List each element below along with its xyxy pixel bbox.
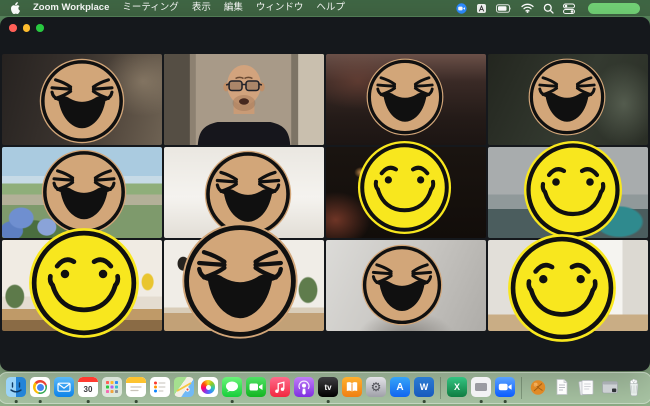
running-indicator-dot <box>504 400 507 403</box>
dock-docstack-icon[interactable] <box>552 377 572 399</box>
menubar-app-name[interactable]: Zoom Workplace <box>33 0 109 16</box>
participant-tile-10[interactable] <box>164 240 324 331</box>
dock-downloads-icon[interactable] <box>528 377 548 399</box>
dock-music-icon[interactable] <box>270 377 290 399</box>
dock-appstore-icon[interactable]: A <box>390 377 410 399</box>
dock-launchpad-icon[interactable] <box>102 377 122 399</box>
spotlight-search-icon[interactable] <box>543 3 554 14</box>
participant-tile-11[interactable] <box>326 240 486 331</box>
wifi-icon[interactable] <box>521 3 534 13</box>
dock-divider <box>440 377 441 399</box>
running-indicator-dot <box>327 400 330 403</box>
dock-finder-icon[interactable] <box>6 377 26 399</box>
menubar-menus: ミーティング表示編集ウィンドウヘルプ <box>122 0 345 16</box>
participant-tile-9[interactable] <box>2 240 162 331</box>
running-indicator-dot <box>423 400 426 403</box>
video-grid <box>2 54 648 331</box>
running-indicator-dot <box>135 400 138 403</box>
participant-tile-3[interactable] <box>326 54 486 145</box>
dock-calendar-icon[interactable]: 30 <box>78 377 98 399</box>
dock-divider <box>521 377 522 399</box>
dock-podcasts-icon[interactable] <box>294 377 314 399</box>
participant-tile-6[interactable] <box>164 147 324 238</box>
menu-item-5[interactable]: ヘルプ <box>316 0 345 16</box>
running-indicator-dot <box>39 400 42 403</box>
menu-bar: Zoom Workplace ミーティング表示編集ウィンドウヘルプ <box>0 0 650 16</box>
running-indicator-dot <box>480 400 483 403</box>
window-controls <box>9 24 44 32</box>
close-window-button[interactable] <box>9 24 17 32</box>
minimize-window-button[interactable] <box>23 24 31 32</box>
battery-icon[interactable] <box>496 4 512 13</box>
dock-notes-icon[interactable] <box>126 377 146 399</box>
participant-tile-8[interactable] <box>488 147 648 238</box>
fullscreen-window-button[interactable] <box>36 24 44 32</box>
participant-tile-2[interactable] <box>164 54 324 145</box>
dock-minwindow-icon[interactable] <box>600 377 620 399</box>
menu-item-4[interactable]: ウィンドウ <box>256 0 304 16</box>
dock-facetime-icon[interactable] <box>246 377 266 399</box>
dock-trash-icon[interactable] <box>624 377 644 399</box>
menu-item-3[interactable]: 編集 <box>224 0 243 16</box>
participant-tile-4[interactable] <box>488 54 648 145</box>
participant-tile-7[interactable] <box>326 147 486 238</box>
dock-books-icon[interactable] <box>342 377 362 399</box>
zoom-meeting-window <box>0 17 650 371</box>
dock-maps-icon[interactable] <box>174 377 194 399</box>
participant-tile-12[interactable] <box>488 240 648 331</box>
participant-tile-5[interactable] <box>2 147 162 238</box>
participant-video-person <box>164 54 324 145</box>
dock-zoom-icon[interactable] <box>495 377 515 399</box>
menubar-status-area <box>456 3 575 14</box>
apple-menu-icon[interactable] <box>10 2 20 14</box>
participant-tile-1[interactable] <box>2 54 162 145</box>
running-indicator-dot <box>87 400 90 403</box>
dock-whiteapp-icon[interactable] <box>471 377 491 399</box>
dock-chrome-icon[interactable] <box>30 377 50 399</box>
dock-tv-icon[interactable]: tv <box>318 377 338 399</box>
dock-excel-icon[interactable]: X <box>447 377 467 399</box>
zoom-video-status-icon[interactable] <box>456 3 467 14</box>
dock: 30 tv ⚙AWX <box>0 372 650 404</box>
dock-mail-icon[interactable] <box>54 377 74 399</box>
running-indicator-dot <box>15 400 18 403</box>
control-center-icon[interactable] <box>563 3 575 14</box>
dock-photos-icon[interactable] <box>198 377 218 399</box>
menubar-time-pill[interactable] <box>588 3 640 14</box>
menu-item-2[interactable]: 表示 <box>192 0 211 16</box>
dock-pagestack-icon[interactable] <box>576 377 596 399</box>
menu-item-1[interactable]: ミーティング <box>122 0 178 16</box>
dock-messages-icon[interactable] <box>222 377 242 399</box>
desktop: { "menu_bar": { "app_name": "Zoom Workpl… <box>0 0 650 406</box>
running-indicator-dot <box>231 400 234 403</box>
dock-settings-icon[interactable]: ⚙ <box>366 377 386 399</box>
dock-word-icon[interactable]: W <box>414 377 434 399</box>
input-source-icon[interactable] <box>476 3 487 14</box>
dock-reminders-icon[interactable] <box>150 377 170 399</box>
